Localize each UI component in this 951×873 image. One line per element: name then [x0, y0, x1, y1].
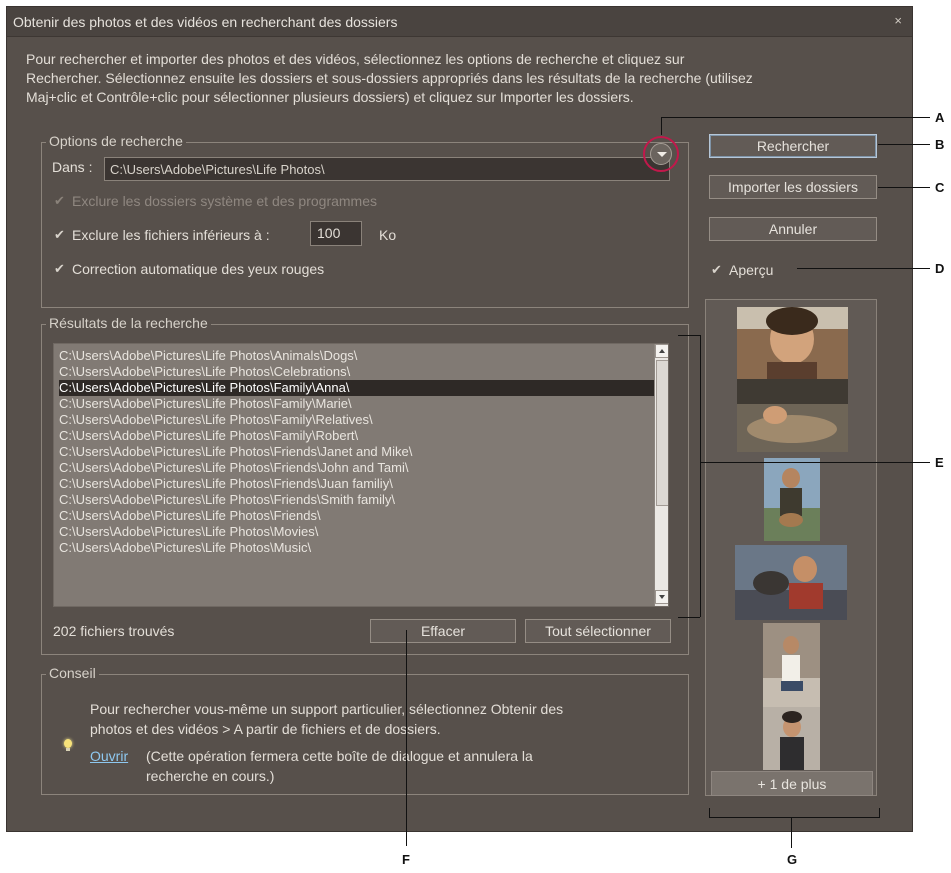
- result-row[interactable]: C:\Users\Adobe\Pictures\Life Photos\Fami…: [59, 380, 655, 396]
- callout-line-b: [878, 144, 930, 145]
- callout-label-e: E: [935, 455, 944, 470]
- exclude-small-label: Exclure les fichiers inférieurs à :: [72, 227, 270, 243]
- callout-line-c: [878, 187, 930, 188]
- redeye-label: Correction automatique des yeux rouges: [72, 261, 325, 277]
- intro-line: Maj+clic et Contrôle+clic pour sélection…: [26, 89, 634, 105]
- exclude-system-label: Exclure les dossiers système et des prog…: [72, 193, 377, 209]
- intro-text: Pour rechercher et importer des photos e…: [26, 50, 886, 107]
- highlight-ring: [643, 136, 679, 172]
- checkbox-icon[interactable]: ✔: [711, 262, 722, 278]
- dans-label: Dans :: [52, 159, 93, 175]
- result-row[interactable]: C:\Users\Adobe\Pictures\Life Photos\Fami…: [59, 428, 358, 444]
- open-link[interactable]: Ouvrir: [90, 748, 128, 764]
- result-row[interactable]: C:\Users\Adobe\Pictures\Life Photos\Fami…: [59, 412, 373, 428]
- tip-line: photos et des vidéos > A partir de fichi…: [90, 721, 441, 737]
- result-row[interactable]: C:\Users\Adobe\Pictures\Life Photos\Fami…: [59, 396, 352, 412]
- result-row[interactable]: C:\Users\Adobe\Pictures\Life Photos\Frie…: [59, 476, 393, 492]
- preview-panel: + 1 de plus: [705, 299, 877, 796]
- tip-line: Pour rechercher vous-même un support par…: [90, 701, 564, 717]
- callout-line-g: [709, 817, 880, 818]
- result-row[interactable]: C:\Users\Adobe\Pictures\Life Photos\Frie…: [59, 492, 395, 508]
- callout-label-b: B: [935, 137, 945, 152]
- search-button[interactable]: Rechercher: [709, 134, 877, 158]
- result-row[interactable]: C:\Users\Adobe\Pictures\Life Photos\Musi…: [59, 540, 311, 556]
- callout-line-e: [678, 335, 700, 336]
- checkbox-icon[interactable]: ✔: [54, 261, 65, 277]
- tip-group: Conseil Pour rechercher vous-même un sup…: [41, 665, 689, 795]
- photo-thumbnail[interactable]: [763, 707, 820, 770]
- result-row[interactable]: C:\Users\Adobe\Pictures\Life Photos\Anim…: [59, 348, 357, 364]
- location-value: C:\Users\Adobe\Pictures\Life Photos\: [110, 162, 325, 177]
- close-icon[interactable]: ×: [894, 13, 902, 28]
- results-list[interactable]: C:\Users\Adobe\Pictures\Life Photos\Anim…: [53, 343, 669, 607]
- checkbox-icon[interactable]: ✔: [54, 227, 65, 243]
- callout-label-g: G: [787, 852, 798, 867]
- more-photos-indicator: + 1 de plus: [711, 771, 873, 796]
- dialog-title: Obtenir des photos et des vidéos en rech…: [13, 14, 398, 30]
- callout-label-f: F: [402, 852, 410, 867]
- result-row[interactable]: C:\Users\Adobe\Pictures\Life Photos\Frie…: [59, 460, 409, 476]
- tip-line: (Cette opération fermera cette boîte de …: [146, 748, 533, 764]
- scroll-down-icon[interactable]: [655, 590, 668, 604]
- title-bar[interactable]: Obtenir des photos et des vidéos en rech…: [7, 7, 912, 37]
- photo-thumbnail[interactable]: [737, 307, 848, 379]
- min-size-input[interactable]: 100: [310, 221, 362, 246]
- scrollbar[interactable]: [654, 344, 668, 606]
- callout-line-g: [879, 808, 880, 818]
- photo-thumbnail[interactable]: [735, 545, 847, 620]
- lightbulb-icon: [64, 739, 72, 751]
- result-row[interactable]: C:\Users\Adobe\Pictures\Life Photos\Frie…: [59, 444, 412, 460]
- intro-line: Pour rechercher et importer des photos e…: [26, 51, 685, 67]
- tip-line: recherche en cours.): [146, 768, 275, 784]
- dialog-window: Obtenir des photos et des vidéos en rech…: [6, 6, 913, 832]
- results-legend: Résultats de la recherche: [46, 315, 211, 331]
- callout-line-a: [661, 117, 662, 135]
- location-dropdown[interactable]: C:\Users\Adobe\Pictures\Life Photos\: [104, 157, 670, 181]
- preview-label: Aperçu: [729, 262, 774, 278]
- files-found-count: 202 fichiers trouvés: [53, 623, 175, 639]
- callout-label-d: D: [935, 261, 945, 276]
- size-unit-label: Ko: [379, 227, 397, 243]
- search-options-group: Options de recherche Dans : C:\Users\Ado…: [41, 133, 689, 308]
- clear-button[interactable]: Effacer: [370, 619, 516, 643]
- photo-thumbnail[interactable]: [764, 458, 820, 541]
- callout-line-g: [791, 818, 792, 848]
- checkbox-icon[interactable]: ✔: [54, 193, 65, 209]
- import-folders-button[interactable]: Importer les dossiers: [709, 175, 877, 199]
- select-all-button[interactable]: Tout sélectionner: [525, 619, 671, 643]
- callout-line-a: [661, 117, 930, 118]
- scroll-up-icon[interactable]: [655, 344, 668, 358]
- callout-line-e: [678, 617, 700, 618]
- callout-line-f: [406, 630, 407, 846]
- search-options-legend: Options de recherche: [46, 133, 186, 149]
- tip-legend: Conseil: [46, 665, 99, 681]
- cancel-button[interactable]: Annuler: [709, 217, 877, 241]
- callout-line-e: [700, 335, 701, 617]
- photo-thumbnail[interactable]: [763, 623, 820, 707]
- scroll-grip-icon[interactable]: [656, 360, 668, 506]
- intro-line: Rechercher. Sélectionnez ensuite les dos…: [26, 70, 753, 86]
- result-row[interactable]: C:\Users\Adobe\Pictures\Life Photos\Movi…: [59, 524, 318, 540]
- result-row[interactable]: C:\Users\Adobe\Pictures\Life Photos\Frie…: [59, 508, 321, 524]
- callout-label-a: A: [935, 110, 945, 125]
- callout-line-e: [700, 462, 930, 463]
- callout-line-d: [797, 268, 930, 269]
- result-row[interactable]: C:\Users\Adobe\Pictures\Life Photos\Cele…: [59, 364, 350, 380]
- callout-label-c: C: [935, 180, 945, 195]
- photo-thumbnail[interactable]: [737, 379, 848, 452]
